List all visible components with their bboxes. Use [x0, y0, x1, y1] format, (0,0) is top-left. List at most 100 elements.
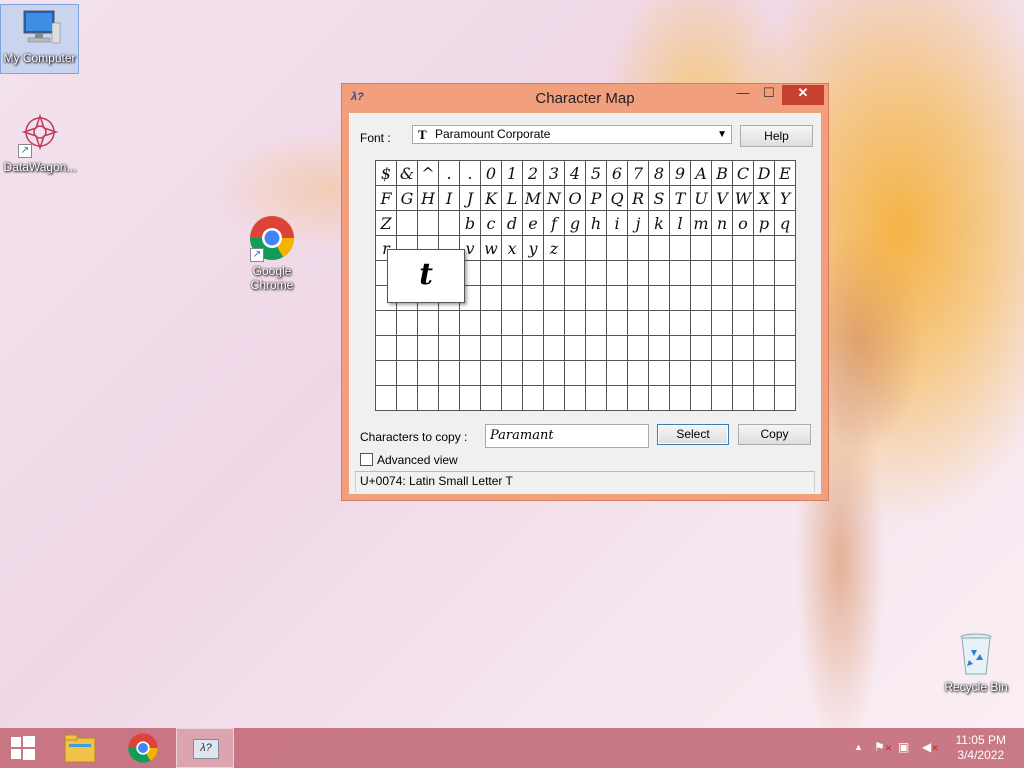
advanced-view-checkbox[interactable]: Advanced view	[360, 453, 458, 467]
desktop-icon-my-computer[interactable]: My Computer	[0, 4, 79, 74]
character-cell[interactable]	[753, 260, 775, 286]
character-cell[interactable]: V	[711, 185, 733, 211]
character-cell[interactable]	[774, 260, 796, 286]
character-cell[interactable]	[711, 260, 733, 286]
character-cell[interactable]	[669, 385, 691, 411]
character-cell[interactable]	[732, 235, 754, 261]
character-cell[interactable]	[732, 335, 754, 361]
character-cell[interactable]	[417, 360, 439, 386]
character-cell[interactable]	[585, 335, 607, 361]
character-cell[interactable]	[606, 285, 628, 311]
character-cell[interactable]: G	[396, 185, 418, 211]
character-cell[interactable]: .	[459, 160, 481, 186]
character-cell[interactable]: o	[732, 210, 754, 236]
character-cell[interactable]	[606, 310, 628, 336]
character-cell[interactable]: &	[396, 160, 418, 186]
character-cell[interactable]	[501, 260, 523, 286]
character-cell[interactable]	[501, 335, 523, 361]
character-cell[interactable]: j	[627, 210, 649, 236]
character-cell[interactable]: w	[480, 235, 502, 261]
character-cell[interactable]: c	[480, 210, 502, 236]
character-cell[interactable]	[396, 310, 418, 336]
character-cell[interactable]	[648, 360, 670, 386]
character-cell[interactable]	[522, 335, 544, 361]
character-cell[interactable]: $	[375, 160, 397, 186]
character-cell[interactable]: f	[543, 210, 565, 236]
character-cell[interactable]: W	[732, 185, 754, 211]
character-cell[interactable]: q	[774, 210, 796, 236]
character-cell[interactable]: 4	[564, 160, 586, 186]
desktop-icon-google-chrome[interactable]: ↗ Google Chrome	[232, 214, 312, 292]
file-explorer-taskbar-button[interactable]	[58, 728, 102, 768]
character-cell[interactable]	[669, 310, 691, 336]
character-cell[interactable]: 3	[543, 160, 565, 186]
character-cell[interactable]	[438, 310, 460, 336]
character-cell[interactable]: i	[606, 210, 628, 236]
character-cell[interactable]	[564, 285, 586, 311]
character-cell[interactable]: d	[501, 210, 523, 236]
character-cell[interactable]	[774, 285, 796, 311]
chrome-taskbar-button[interactable]	[120, 728, 166, 768]
character-cell[interactable]	[627, 260, 649, 286]
character-cell[interactable]	[438, 360, 460, 386]
help-button[interactable]: Help	[740, 125, 813, 147]
character-cell[interactable]	[627, 285, 649, 311]
character-cell[interactable]	[522, 310, 544, 336]
character-cell[interactable]	[501, 385, 523, 411]
character-cell[interactable]	[711, 310, 733, 336]
character-cell[interactable]	[564, 335, 586, 361]
character-cell[interactable]: m	[690, 210, 712, 236]
character-cell[interactable]: 7	[627, 160, 649, 186]
character-cell[interactable]	[480, 360, 502, 386]
character-cell[interactable]: z	[543, 235, 565, 261]
character-cell[interactable]	[396, 385, 418, 411]
character-cell[interactable]	[438, 385, 460, 411]
character-cell[interactable]: P	[585, 185, 607, 211]
copy-button[interactable]: Copy	[738, 424, 811, 445]
character-cell[interactable]	[732, 310, 754, 336]
character-cell[interactable]	[690, 360, 712, 386]
character-cell[interactable]	[669, 235, 691, 261]
character-cell[interactable]	[396, 210, 418, 236]
character-cell[interactable]: g	[564, 210, 586, 236]
character-cell[interactable]	[711, 235, 733, 261]
character-cell[interactable]	[627, 360, 649, 386]
character-cell[interactable]	[543, 335, 565, 361]
character-cell[interactable]	[753, 360, 775, 386]
desktop-icon-recycle-bin[interactable]: Recycle Bin	[936, 630, 1016, 694]
character-cell[interactable]	[606, 260, 628, 286]
character-cell[interactable]: J	[459, 185, 481, 211]
desktop-icon-datawagon[interactable]: ↗ DataWagon...	[0, 110, 80, 174]
character-cell[interactable]	[690, 385, 712, 411]
character-cell[interactable]	[375, 335, 397, 361]
show-hidden-icons-chevron-icon[interactable]: ▲	[854, 742, 863, 752]
character-cell[interactable]	[732, 260, 754, 286]
character-cell[interactable]	[774, 235, 796, 261]
character-cell[interactable]	[732, 385, 754, 411]
character-cell[interactable]: M	[522, 185, 544, 211]
character-cell[interactable]	[501, 310, 523, 336]
character-cell[interactable]	[459, 310, 481, 336]
character-cell[interactable]	[648, 385, 670, 411]
character-cell[interactable]	[774, 385, 796, 411]
close-button[interactable]: ✕	[782, 85, 824, 105]
character-cell[interactable]	[648, 335, 670, 361]
character-cell[interactable]	[669, 260, 691, 286]
character-cell[interactable]: E	[774, 160, 796, 186]
character-cell[interactable]	[753, 335, 775, 361]
character-cell[interactable]	[753, 310, 775, 336]
character-cell[interactable]: R	[627, 185, 649, 211]
character-cell[interactable]	[375, 310, 397, 336]
select-button[interactable]: Select	[657, 424, 729, 445]
network-icon[interactable]: ▣	[898, 740, 909, 754]
checkbox-box[interactable]	[360, 453, 373, 466]
character-cell[interactable]	[438, 335, 460, 361]
character-cell[interactable]: Y	[774, 185, 796, 211]
character-cell[interactable]: O	[564, 185, 586, 211]
character-cell[interactable]	[522, 260, 544, 286]
character-cell[interactable]	[648, 260, 670, 286]
character-cell[interactable]	[690, 260, 712, 286]
character-cell[interactable]: 6	[606, 160, 628, 186]
character-cell[interactable]	[627, 310, 649, 336]
characters-to-copy-input[interactable]: Paramant	[485, 424, 649, 448]
